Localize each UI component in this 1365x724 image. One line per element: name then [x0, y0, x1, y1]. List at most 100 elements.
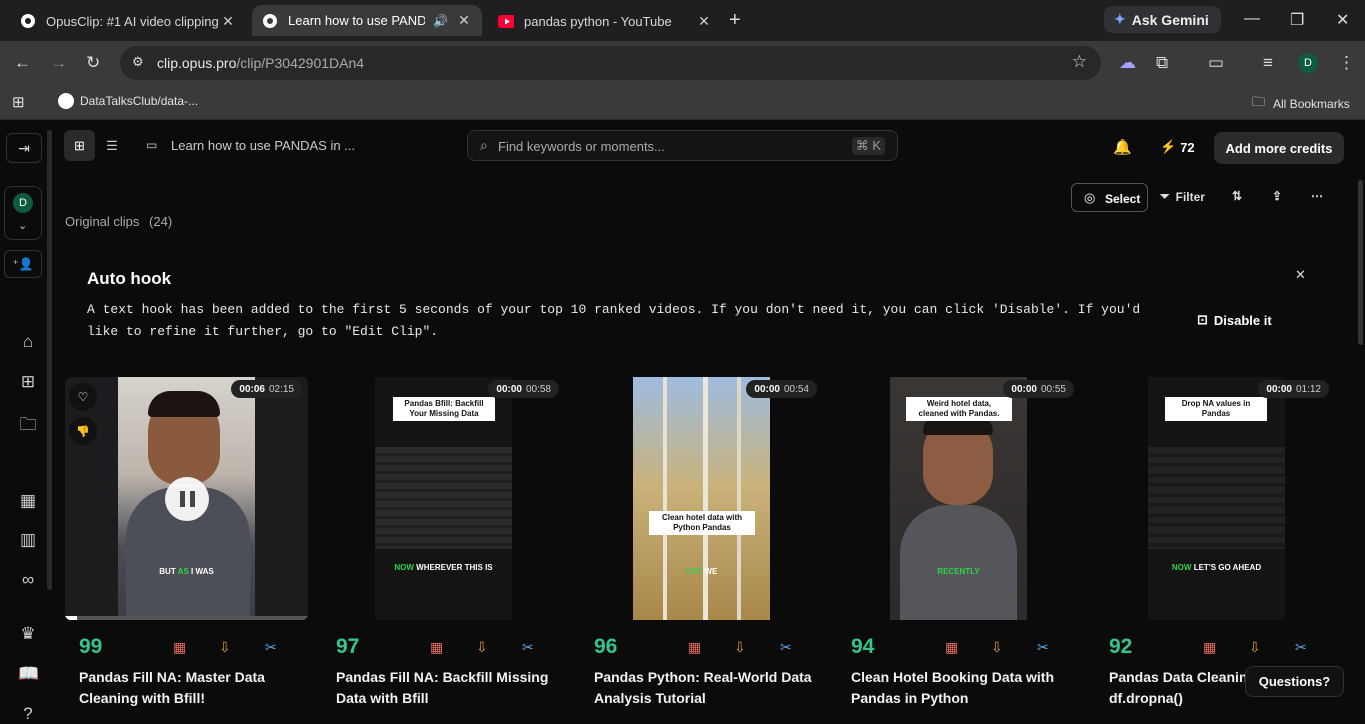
close-notice-icon[interactable]: ✕: [1295, 267, 1306, 283]
clip-card[interactable]: Clean hotel data with Python Pandas CUT …: [580, 377, 823, 721]
url-host: clip.opus.pro: [157, 55, 237, 71]
all-bookmarks[interactable]: 🗀 All Bookmarks: [1252, 93, 1350, 115]
link-icon[interactable]: ∞: [18, 570, 38, 590]
select-button[interactable]: ◎ Select: [1071, 183, 1148, 212]
like-heart-icon[interactable]: ♡: [69, 383, 97, 411]
close-tab-icon[interactable]: ✕: [220, 13, 236, 30]
main-scrollbar[interactable]: [1358, 180, 1363, 345]
clip-card[interactable]: BUT AS I WAS ♡ 👎 00:06 02:15 99 ▦ ⇩ ✂ Pan…: [65, 377, 308, 721]
download-icon[interactable]: ⇩: [476, 639, 488, 656]
search-placeholder: Find keywords or moments...: [498, 139, 665, 154]
add-apps-icon[interactable]: ⊞: [18, 372, 38, 392]
site-info-icon[interactable]: ⚙: [132, 54, 144, 70]
edit-scissors-icon[interactable]: ✂: [1037, 639, 1049, 656]
download-icon[interactable]: ⇩: [1249, 639, 1261, 656]
book-icon[interactable]: 📖: [18, 664, 39, 684]
browser-profile-avatar[interactable]: D: [1298, 53, 1318, 73]
tab-title: Learn how to use PANDAS in: [288, 13, 426, 28]
crown-icon[interactable]: ♛: [18, 624, 38, 644]
filter-button[interactable]: ⏷ Filter: [1160, 189, 1205, 204]
schedule-calendar-icon[interactable]: ▦: [945, 639, 958, 656]
more-options-icon[interactable]: ⋯: [1311, 189, 1323, 203]
bookmark-datatalksclub[interactable]: DataTalksClub/data-...: [58, 93, 198, 109]
sort-icon[interactable]: ⇅: [1232, 189, 1242, 203]
back-icon[interactable]: ←: [14, 53, 31, 73]
add-more-credits-button[interactable]: Add more credits: [1214, 132, 1344, 164]
close-tab-icon[interactable]: ✕: [456, 12, 472, 29]
ask-gemini-label: Ask Gemini: [1131, 11, 1209, 28]
clip-thumbnail[interactable]: Drop NA values in Pandas NOW LET'S GO AH…: [1095, 377, 1335, 620]
apps-grid-icon[interactable]: ⊞: [12, 93, 25, 111]
browser-menu-icon[interactable]: ⋮: [1338, 53, 1355, 73]
tab-opusclip[interactable]: OpusClip: #1 AI video clipping a ✕: [10, 7, 246, 35]
invite-member-icon[interactable]: ⁺👤: [4, 250, 42, 278]
speaker-icon[interactable]: 🔊: [433, 14, 448, 28]
dislike-icon[interactable]: 👎: [69, 417, 97, 445]
clip-title[interactable]: Pandas Fill NA: Master Data Cleaning wit…: [79, 667, 299, 709]
workspace-switcher[interactable]: D ⌄: [4, 186, 42, 240]
analytics-icon[interactable]: ▥: [18, 530, 38, 550]
opusclip-favicon-icon: [262, 13, 278, 29]
window-close-icon[interactable]: ✕: [1336, 10, 1349, 30]
grid-view-icon[interactable]: ⊞: [64, 130, 95, 161]
hook-caption: Drop NA values in Pandas: [1165, 397, 1267, 421]
reload-icon[interactable]: ↻: [86, 53, 100, 73]
new-tab-icon[interactable]: +: [729, 9, 741, 32]
clip-thumbnail[interactable]: Clean hotel data with Python Pandas CUT …: [580, 377, 823, 620]
restore-icon[interactable]: ❐: [1290, 10, 1304, 30]
edit-scissors-icon[interactable]: ✂: [1295, 639, 1307, 656]
clip-thumbnail[interactable]: Weird hotel data, cleaned with Pandas. R…: [837, 377, 1080, 620]
ask-gemini-button[interactable]: ✦ Ask Gemini: [1104, 6, 1221, 33]
clip-title[interactable]: Clean Hotel Booking Data with Pandas in …: [851, 667, 1071, 709]
close-tab-icon[interactable]: ✕: [696, 13, 712, 30]
questions-button[interactable]: Questions?: [1245, 666, 1344, 697]
tab-youtube[interactable]: pandas python - YouTube ✕: [488, 7, 722, 35]
calendar-icon[interactable]: ▦: [18, 491, 38, 511]
list-view-icon[interactable]: ☰: [100, 130, 124, 161]
search-shortcut: ⌘ K: [851, 137, 885, 155]
clip-thumbnail[interactable]: BUT AS I WAS ♡ 👎 00:06 02:15: [65, 377, 308, 620]
tab-learn-pandas[interactable]: Learn how to use PANDAS in 🔊 ✕: [252, 5, 482, 36]
avatar-initial: D: [1304, 57, 1312, 69]
sidebar-scrollbar[interactable]: [47, 130, 52, 590]
expand-sidebar-icon[interactable]: ⇥: [6, 133, 42, 163]
download-icon[interactable]: ⇩: [219, 639, 231, 656]
edit-scissors-icon[interactable]: ✂: [780, 639, 792, 656]
notifications-bell-icon[interactable]: 🔔: [1113, 138, 1132, 156]
edit-scissors-icon[interactable]: ✂: [265, 639, 277, 656]
avatar-initial: D: [19, 197, 27, 209]
gemini-sparkle-icon: ✦: [1114, 11, 1126, 27]
playback-progress[interactable]: [65, 616, 308, 620]
folder-icon[interactable]: 🗀: [18, 412, 38, 441]
search-input[interactable]: ⌕ Find keywords or moments... ⌘ K: [467, 130, 898, 161]
upload-icon[interactable]: ⇪: [1272, 189, 1282, 203]
pause-icon[interactable]: [165, 477, 209, 521]
extensions-puzzle-icon[interactable]: ⧉: [1156, 53, 1168, 73]
address-bar[interactable]: ⚙ clip.opus.pro/clip/P3042901DAn4 ☆: [120, 46, 1101, 80]
minimize-icon[interactable]: —: [1244, 10, 1260, 28]
schedule-calendar-icon[interactable]: ▦: [688, 639, 701, 656]
home-icon[interactable]: ⌂: [18, 332, 38, 352]
cast-icon[interactable]: ▭: [1208, 53, 1224, 73]
download-icon[interactable]: ⇩: [991, 639, 1003, 656]
disable-label: Disable it: [1213, 312, 1272, 328]
clip-card[interactable]: Pandas Bfill: Backfill Your Missing Data…: [322, 377, 565, 721]
schedule-calendar-icon[interactable]: ▦: [430, 639, 443, 656]
extension-icon[interactable]: ☁: [1119, 53, 1136, 73]
bookmarks-bar: ⊞ DataTalksClub/data-... 🗀 All Bookmarks: [0, 85, 1365, 120]
download-icon[interactable]: ⇩: [734, 639, 746, 656]
clip-thumbnail[interactable]: Pandas Bfill: Backfill Your Missing Data…: [322, 377, 565, 620]
schedule-calendar-icon[interactable]: ▦: [173, 639, 186, 656]
media-control-icon[interactable]: ≡: [1263, 53, 1273, 73]
schedule-calendar-icon[interactable]: ▦: [1203, 639, 1216, 656]
virality-score: 96: [594, 635, 618, 658]
project-title[interactable]: Learn how to use PANDAS in ...: [171, 138, 355, 153]
forward-icon[interactable]: →: [50, 53, 67, 73]
help-icon[interactable]: ?: [18, 704, 38, 724]
edit-scissors-icon[interactable]: ✂: [522, 639, 534, 656]
disable-hook-button[interactable]: ⊡ Disable it: [1197, 312, 1272, 328]
clip-title[interactable]: Pandas Fill NA: Backfill Missing Data wi…: [336, 667, 556, 709]
clip-title[interactable]: Pandas Python: Real-World Data Analysis …: [594, 667, 814, 709]
clip-card[interactable]: Weird hotel data, cleaned with Pandas. R…: [837, 377, 1080, 721]
bookmark-star-icon[interactable]: ☆: [1072, 52, 1087, 72]
